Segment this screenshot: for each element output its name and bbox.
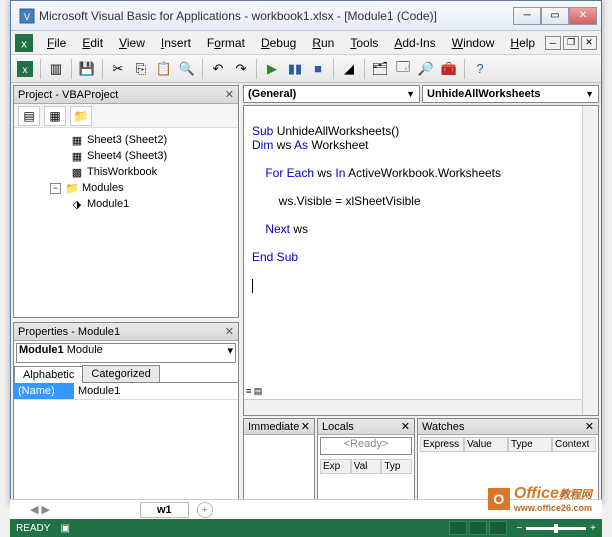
property-row-name[interactable]: (Name) Module1: [14, 383, 238, 400]
menu-format[interactable]: Format: [199, 34, 253, 52]
collapse-icon[interactable]: −: [50, 183, 61, 194]
properties-window-icon[interactable]: 🗔: [393, 59, 413, 79]
view-layout-icon[interactable]: [469, 521, 487, 535]
minimize-button[interactable]: ─: [513, 7, 541, 25]
menu-file[interactable]: File: [39, 34, 74, 52]
object-selector[interactable]: Module1 Module▾: [16, 343, 236, 363]
find-icon[interactable]: 🔍: [177, 59, 197, 79]
vertical-scrollbar[interactable]: [582, 106, 598, 415]
sheet-tab-w1[interactable]: w1: [140, 502, 189, 518]
window-title: Microsoft Visual Basic for Applications …: [39, 9, 513, 23]
close-button[interactable]: ✕: [569, 7, 597, 25]
horizontal-scrollbar[interactable]: [244, 399, 582, 415]
maximize-button[interactable]: ▭: [541, 7, 569, 25]
locals-close-icon[interactable]: ✕: [401, 420, 410, 433]
menubar: x File Edit View Insert Format Debug Run…: [11, 31, 601, 55]
watches-close-icon[interactable]: ✕: [585, 420, 594, 433]
tree-node-sheet3[interactable]: ▦Sheet3 (Sheet2): [14, 132, 238, 148]
project-explorer: Project - VBAProject ✕ ▤ ▦ 📁 ▦Sheet3 (She…: [13, 85, 239, 318]
view-code-icon[interactable]: ▤: [18, 106, 40, 126]
toolbox-icon[interactable]: 🧰: [439, 59, 459, 79]
break-icon[interactable]: ▮▮: [285, 59, 305, 79]
view-pagebreak-icon[interactable]: [489, 521, 507, 535]
copy-icon[interactable]: ⎘: [131, 59, 151, 79]
tree-node-modules[interactable]: −📁Modules: [14, 180, 238, 196]
toolbar: x ▥ 💾 ✂ ⎘ 📋 🔍 ↶ ↷ ▶ ▮▮ ■ ◢ 🗂 🗔 🔎 🧰 ?: [11, 55, 601, 83]
paste-icon[interactable]: 📋: [154, 59, 174, 79]
view-toggle-icons[interactable]: ≡ ▤: [246, 386, 258, 397]
immediate-close-icon[interactable]: ✕: [301, 420, 310, 433]
excel-statusbar: READY ▣ −+: [10, 519, 602, 537]
properties-close-icon[interactable]: ✕: [225, 325, 234, 338]
locals-window[interactable]: Locals✕ <Ready> Exp Val Typ: [317, 418, 415, 502]
tree-node-sheet4[interactable]: ▦Sheet4 (Sheet3): [14, 148, 238, 164]
save-icon[interactable]: 💾: [77, 59, 97, 79]
tab-categorized[interactable]: Categorized: [82, 365, 159, 382]
watermark: O Office教程网www.office26.com: [488, 485, 592, 513]
insert-module-icon[interactable]: ▥: [46, 59, 66, 79]
design-mode-icon[interactable]: ◢: [339, 59, 359, 79]
run-icon[interactable]: ▶: [262, 59, 282, 79]
menu-tools[interactable]: Tools: [342, 34, 386, 52]
excel-icon[interactable]: x: [15, 34, 33, 52]
text-cursor: [252, 279, 253, 293]
locals-ready[interactable]: <Ready>: [320, 437, 412, 455]
mdi-restore[interactable]: ❐: [563, 36, 579, 50]
object-combo[interactable]: (General)▼: [243, 85, 420, 103]
menu-edit[interactable]: Edit: [74, 34, 111, 52]
add-sheet-button[interactable]: +: [197, 502, 213, 518]
status-text: READY: [16, 523, 50, 534]
menu-debug[interactable]: Debug: [253, 34, 304, 52]
project-tree[interactable]: ▦Sheet3 (Sheet2) ▦Sheet4 (Sheet3) ▩ThisW…: [14, 128, 238, 317]
cut-icon[interactable]: ✂: [108, 59, 128, 79]
procedure-combo[interactable]: UnhideAllWorksheets▼: [422, 85, 599, 103]
svg-text:x: x: [21, 38, 27, 50]
menu-insert[interactable]: Insert: [153, 34, 199, 52]
svg-text:x: x: [23, 65, 28, 76]
macro-record-icon[interactable]: ▣: [60, 523, 69, 534]
reset-icon[interactable]: ■: [308, 59, 328, 79]
menu-window[interactable]: Window: [444, 34, 503, 52]
zoom-slider[interactable]: −+: [516, 523, 596, 534]
vba-window: V Microsoft Visual Basic for Application…: [10, 0, 602, 505]
titlebar[interactable]: V Microsoft Visual Basic for Application…: [11, 1, 601, 31]
project-close-icon[interactable]: ✕: [225, 88, 234, 101]
folder-icon: 📁: [65, 181, 79, 195]
project-explorer-title: Project - VBAProject: [18, 89, 118, 101]
office-logo-icon: O: [488, 488, 510, 510]
menu-run[interactable]: Run: [304, 34, 342, 52]
code-editor[interactable]: Sub UnhideAllWorksheets()Dim ws As Works…: [243, 105, 599, 416]
menu-view[interactable]: View: [111, 34, 153, 52]
menu-addins[interactable]: Add-Ins: [386, 34, 443, 52]
redo-icon[interactable]: ↷: [231, 59, 251, 79]
property-name-label: (Name): [14, 383, 74, 399]
svg-text:V: V: [24, 12, 30, 22]
module-icon: ⬗: [70, 197, 84, 211]
worksheet-icon: ▦: [70, 149, 84, 163]
tree-node-module1[interactable]: ⬗Module1: [14, 196, 238, 212]
menu-help[interactable]: Help: [502, 34, 543, 52]
mdi-minimize[interactable]: ─: [545, 36, 561, 50]
tree-node-thisworkbook[interactable]: ▩ThisWorkbook: [14, 164, 238, 180]
mdi-close[interactable]: ✕: [581, 36, 597, 50]
help-icon[interactable]: ?: [470, 59, 490, 79]
tab-alphabetic[interactable]: Alphabetic: [14, 366, 83, 383]
properties-title: Properties - Module1: [18, 326, 120, 338]
view-normal-icon[interactable]: [449, 521, 467, 535]
view-object-icon[interactable]: ▦: [44, 106, 66, 126]
app-icon: V: [19, 8, 35, 24]
toggle-folders-icon[interactable]: 📁: [70, 106, 92, 126]
view-excel-icon[interactable]: x: [15, 59, 35, 79]
project-explorer-icon[interactable]: 🗂: [370, 59, 390, 79]
property-name-value[interactable]: Module1: [74, 383, 238, 399]
properties-window: Properties - Module1 ✕ Module1 Module▾ Al…: [13, 322, 239, 502]
workbook-icon: ▩: [70, 165, 84, 179]
undo-icon[interactable]: ↶: [208, 59, 228, 79]
worksheet-icon: ▦: [70, 133, 84, 147]
immediate-window[interactable]: Immediate✕: [243, 418, 315, 502]
object-browser-icon[interactable]: 🔎: [416, 59, 436, 79]
